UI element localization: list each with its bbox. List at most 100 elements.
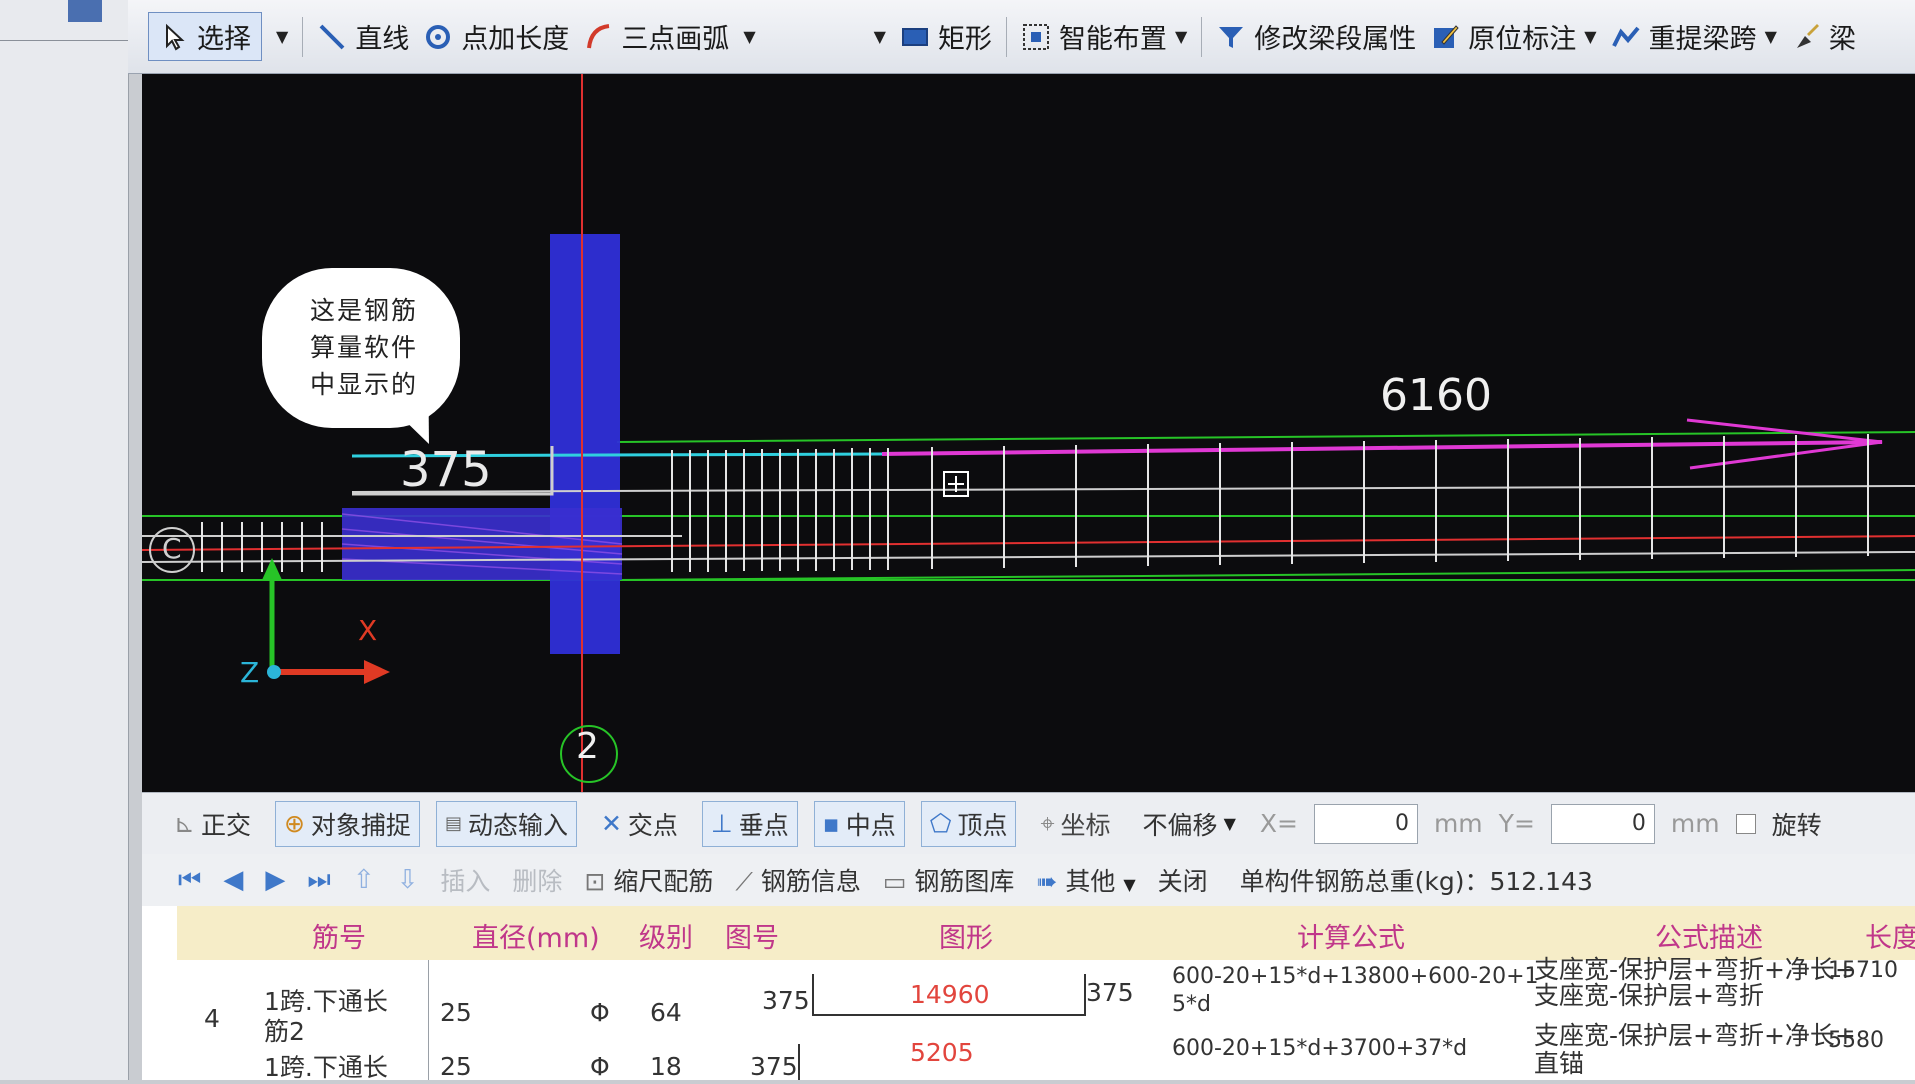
smart-layout-icon [1022,23,1049,50]
shape-mid-value: 14960 [910,980,990,1009]
bar-grade: Φ [590,1052,610,1081]
coordinate-icon: ⌖ [1040,808,1055,838]
shape-dropdown-arrow[interactable]: ▼ [874,27,886,46]
coordinate-label: 坐标 [1060,810,1111,840]
select-label: 选择 [197,24,251,55]
formula: 600-20+15*d+3700+37*d [1172,1036,1468,1061]
x-offset-input[interactable]: 0 [1313,803,1418,844]
line-button[interactable]: 直线 [317,17,409,56]
total-weight-readout: 单构件钢筋总重(kg)：512.143 [1239,867,1593,896]
x-field-label: X= [1259,809,1298,838]
prev-record-icon[interactable]: ◀ [223,865,243,895]
smart-layout-label: 智能布置 [1058,24,1167,55]
annotation-text: 这是钢筋 算量软件 中显示的 [284,292,444,403]
last-record-icon[interactable]: ⏭ [307,865,330,896]
inplace-dropdown-arrow[interactable]: ▼ [1584,27,1596,46]
delete-button[interactable]: 删除 [512,862,562,898]
point-length-button[interactable]: 点加长度 [423,17,569,56]
axis-number-2: 2 [576,726,599,767]
beam-span-bottom [616,569,1915,581]
inplace-annotation-button[interactable]: 原位标注 ▼ [1430,17,1597,56]
ortho-toggle[interactable]: ⊾ 正交 [166,802,259,846]
left-panel-divider [0,40,128,41]
axis-x-arrow [364,660,390,684]
object-snap-toggle[interactable]: ⊕ 对象捕捉 [274,800,420,847]
vertex-label: 顶点 [957,810,1008,840]
rebar-command-bar: ⏮ ◀ ▶ ⏭ ⇧ ⇩ 插入 删除 ⊡ 缩尺配筋 ⟋ 钢筋信息 ▭ 钢筋图库 ➠… [142,854,1915,906]
toolbar-separator [302,16,304,57]
smart-layout-button[interactable]: 智能布置 ▼ [1021,17,1187,56]
first-record-icon[interactable]: ⏮ [178,865,201,896]
repick-span-button[interactable]: 重提梁跨 ▼ [1611,17,1777,56]
close-button[interactable]: 关闭 [1158,862,1208,898]
other-button[interactable]: ➠ 其他 ▼ [1036,862,1135,898]
bar-length: 5580 [1828,1028,1884,1053]
offset-mode-select[interactable]: 不偏移 ▼ [1135,802,1244,846]
y-unit-label: mm [1670,809,1720,838]
perpendicular-icon: ⊥ [710,809,733,838]
y-offset-input[interactable]: 0 [1550,803,1655,844]
rebar-info-icon: ⟋ [735,867,753,896]
perpendicular-snap[interactable]: ⊥ 垂点 [701,800,798,847]
scale-rebar-label: 缩尺配筋 [613,867,714,896]
rebar-library-button[interactable]: ▭ 钢筋图库 [883,862,1015,898]
rect-button[interactable]: 矩形 [900,17,992,56]
vertex-snap[interactable]: ⬠ 顶点 [920,800,1017,847]
modify-beam-label: 修改梁段属性 [1254,24,1417,55]
shape-left-value: 375 [762,986,810,1015]
beam-partial-label: 梁 [1828,24,1856,55]
intersection-snap[interactable]: ✕ 交点 [593,802,686,846]
axis-z-label: Z [240,656,260,689]
beam-span-icon [1611,26,1640,47]
object-snap-label: 对象捕捉 [310,810,411,840]
insert-button[interactable]: 插入 [440,862,490,898]
arc-button[interactable]: 三点画弧 [583,17,729,56]
perpendicular-label: 垂点 [738,810,789,840]
dynamic-input-icon: ▤ [444,813,462,834]
bar-shape-no: 18 [650,1052,682,1081]
midpoint-snap[interactable]: ▪ 中点 [813,800,905,847]
vertex-icon: ⬠ [929,809,952,838]
pencil-icon [1434,24,1459,48]
toolbar-separator [1201,16,1203,57]
modify-beam-button[interactable]: 修改梁段属性 [1216,17,1416,56]
formula-2: 5*d [1172,992,1211,1017]
arc-label: 三点画弧 [621,24,730,55]
scale-rebar-button[interactable]: ⊡ 缩尺配筋 [584,862,713,898]
beam-partial-button[interactable]: 梁 [1791,17,1856,56]
rebar-info-button[interactable]: ⟋ 钢筋信息 [735,862,860,898]
move-up-icon[interactable]: ⇧ [353,865,375,895]
brush-icon [1796,23,1819,48]
annotation-line-1: 这是钢筋 [309,296,418,325]
left-axis-label: C [162,532,182,565]
repick-dropdown-arrow[interactable]: ▼ [1765,27,1777,46]
move-down-icon[interactable]: ⇩ [397,865,419,895]
smart-layout-dropdown-arrow[interactable]: ▼ [1175,27,1187,46]
other-icon: ➠ [1036,867,1058,896]
bar-length: 15710 [1828,958,1898,983]
header-formula: 计算公式 [1297,923,1405,954]
rebar-library-label: 钢筋图库 [914,867,1015,896]
midpoint-icon: ▪ [822,809,840,838]
dynamic-input-toggle[interactable]: ▤ 动态输入 [435,800,577,847]
select-dropdown-arrow[interactable]: ▼ [276,27,288,46]
coordinate-snap[interactable]: ⌖ 坐标 [1032,802,1118,846]
left-panel-strip [0,0,129,1080]
line-icon [319,24,345,49]
other-dropdown-arrow: ▼ [1123,875,1136,894]
arc-icon [587,23,610,48]
header-shape-no: 图号 [725,923,779,954]
header-bar-no: 筋号 [312,923,366,954]
rebar-library-icon: ▭ [882,867,907,896]
rotate-checkbox[interactable] [1735,813,1756,834]
row-index: 4 [204,1004,220,1033]
left-scrollbar-thumb[interactable] [68,0,102,22]
select-button[interactable]: 选择 [148,12,262,61]
bar-diameter: 25 [440,1052,472,1081]
y-field-label: Y= [1498,809,1535,838]
next-record-icon[interactable]: ▶ [265,865,285,895]
shape-mid-value: 5205 [910,1038,974,1067]
column-body [550,234,620,654]
annotation-line-2: 算量软件 [309,333,418,362]
arc-dropdown-arrow[interactable]: ▼ [743,27,755,46]
